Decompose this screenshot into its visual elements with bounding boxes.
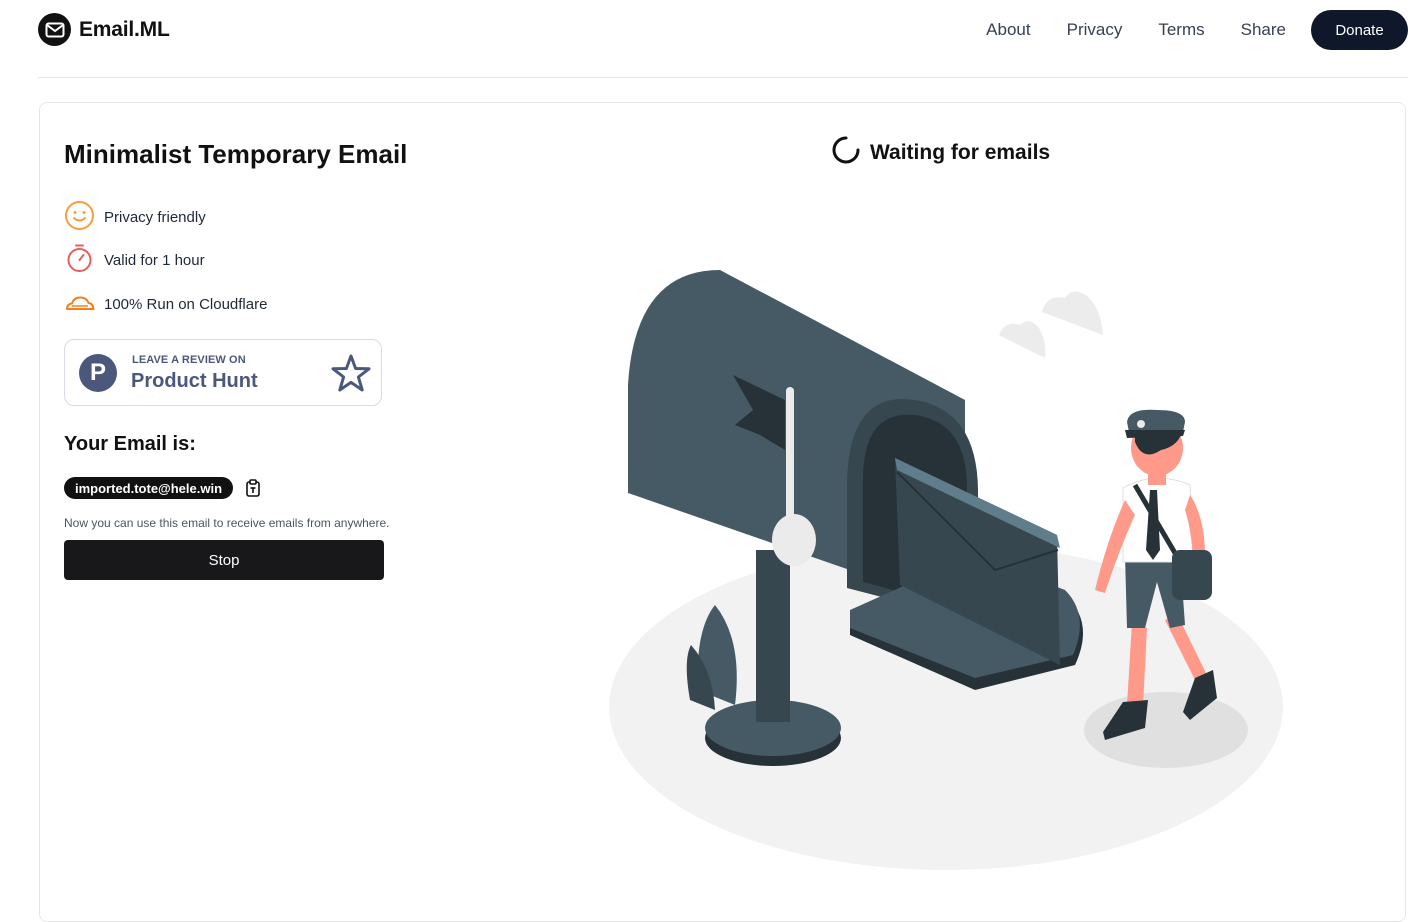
feature-validity: Valid for 1 hour xyxy=(64,243,205,278)
product-hunt-logo: P xyxy=(79,354,117,392)
donate-button[interactable]: Donate xyxy=(1311,10,1408,50)
email-heading: Your Email is: xyxy=(64,433,196,455)
stop-button[interactable]: Stop xyxy=(64,540,384,580)
header: Email.ML About Privacy Terms Share Donat… xyxy=(38,0,1408,60)
cloudflare-icon xyxy=(64,287,95,322)
top-nav: About Privacy Terms Share Donate xyxy=(986,10,1408,50)
brand-logo-link[interactable]: Email.ML xyxy=(38,13,170,46)
stopwatch-icon xyxy=(64,243,95,278)
product-hunt-badge[interactable]: P LEAVE A REVIEW ON Product Hunt xyxy=(64,339,382,406)
feature-label: 100% Run on Cloudflare xyxy=(104,296,268,313)
nav-about-link[interactable]: About xyxy=(986,20,1030,40)
header-divider xyxy=(38,77,1408,78)
envelope-icon xyxy=(38,13,71,46)
star-icon xyxy=(331,354,371,397)
nav-terms-link[interactable]: Terms xyxy=(1158,20,1204,40)
product-hunt-caption: LEAVE A REVIEW ON xyxy=(132,354,246,366)
waiting-status-text: Waiting for emails xyxy=(870,140,1051,164)
email-address[interactable]: imported.tote@hele.win xyxy=(64,477,234,499)
nav-privacy-link[interactable]: Privacy xyxy=(1067,20,1123,40)
brand-name: Email.ML xyxy=(79,17,170,41)
page-title: Minimalist Temporary Email xyxy=(64,139,408,169)
inbox-status: Waiting for emails xyxy=(832,136,1050,169)
product-hunt-title: Product Hunt xyxy=(131,370,258,392)
mailbox-illustration xyxy=(609,270,1283,870)
spinner-icon xyxy=(832,136,860,169)
feature-label: Privacy friendly xyxy=(104,209,206,226)
clipboard-icon[interactable] xyxy=(245,479,261,497)
feature-cloudflare: 100% Run on Cloudflare xyxy=(64,287,267,322)
email-hint: Now you can use this email to receive em… xyxy=(64,516,390,530)
feature-privacy: Privacy friendly xyxy=(64,200,206,235)
smile-icon xyxy=(64,200,95,235)
nav-share-link[interactable]: Share xyxy=(1241,20,1286,40)
feature-label: Valid for 1 hour xyxy=(104,252,205,269)
